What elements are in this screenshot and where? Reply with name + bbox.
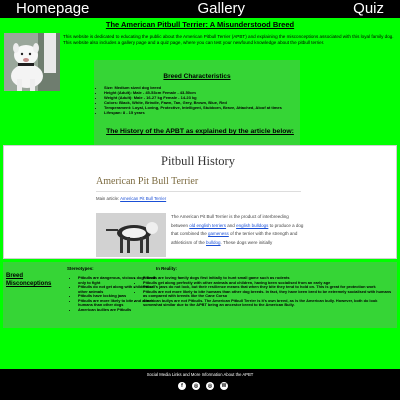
pitbull-photo: [4, 33, 60, 91]
reality-list: Pitbulls are loving family dogs first in…: [138, 275, 393, 308]
wikipedia-icon[interactable]: W: [220, 382, 228, 390]
main-article-line: Main article: American Pit Bull Terrier: [96, 196, 166, 201]
article-embed[interactable]: Pitbull History American Pit Bull Terrie…: [3, 145, 397, 259]
list-item: American bullys are not Pitbulls. The Am…: [143, 298, 393, 308]
stereotypes-label: Stereotypes:: [67, 266, 94, 271]
reality-label: In Reality:: [156, 266, 177, 271]
english-bulldogs-link[interactable]: english bulldogs: [236, 223, 268, 228]
article-body: The American Pit Bull Terrier is the pro…: [171, 213, 306, 247]
heading-line: Misconceptions: [6, 281, 52, 287]
nav-gallery-link[interactable]: Gallery: [198, 0, 246, 18]
list-item: American bullies are Pitbulls: [78, 307, 158, 313]
list-item: Lifespan: 8 - 15 years: [104, 110, 282, 115]
historical-dog-image: [96, 213, 166, 257]
facebook-icon[interactable]: f: [178, 382, 186, 390]
misconceptions-section: Breed Misconceptions Stereotypes: Pitbul…: [3, 262, 397, 328]
article-text: . These dogs were initially: [220, 239, 273, 245]
nav-home-link[interactable]: Homepage: [16, 0, 89, 18]
divider: [96, 191, 301, 192]
old-english-terriers-link[interactable]: old english terriers: [189, 223, 226, 228]
misconceptions-heading: Breed Misconceptions: [6, 272, 51, 288]
social-links: f ◎ ◎ W: [178, 382, 228, 390]
article-page-title: Pitbull History: [161, 154, 235, 168]
heading-line: Breed: [6, 273, 24, 279]
top-nav: Homepage Gallery Quiz: [0, 0, 400, 18]
main-article-label: Main article:: [96, 196, 120, 201]
instagram-icon[interactable]: ◎: [192, 382, 200, 390]
main-article-link[interactable]: American Pit Bull Terrier: [120, 196, 166, 201]
footer: Social Media Links and More Information …: [0, 369, 400, 400]
instagram-icon[interactable]: ◎: [206, 382, 214, 390]
intro-text: This website is dedicated to educating t…: [63, 34, 394, 45]
nav-quiz-link[interactable]: Quiz: [353, 0, 384, 18]
footer-text: Social Media Links and More Information …: [146, 372, 254, 377]
bulldog-link[interactable]: bulldog: [206, 240, 221, 245]
page-title: The American Pitbull Terrier: A Misunder…: [105, 20, 295, 29]
gameness-link[interactable]: gameness: [208, 231, 229, 236]
characteristics-list: Size: Medium sized dog breed Height (Adu…: [98, 85, 282, 115]
article-heading: American Pit Bull Terrier: [96, 176, 199, 187]
article-text: and: [226, 222, 237, 228]
history-heading: The History of the APBT as explained by …: [106, 128, 294, 135]
characteristics-heading: Breed Characteristics: [163, 73, 231, 80]
